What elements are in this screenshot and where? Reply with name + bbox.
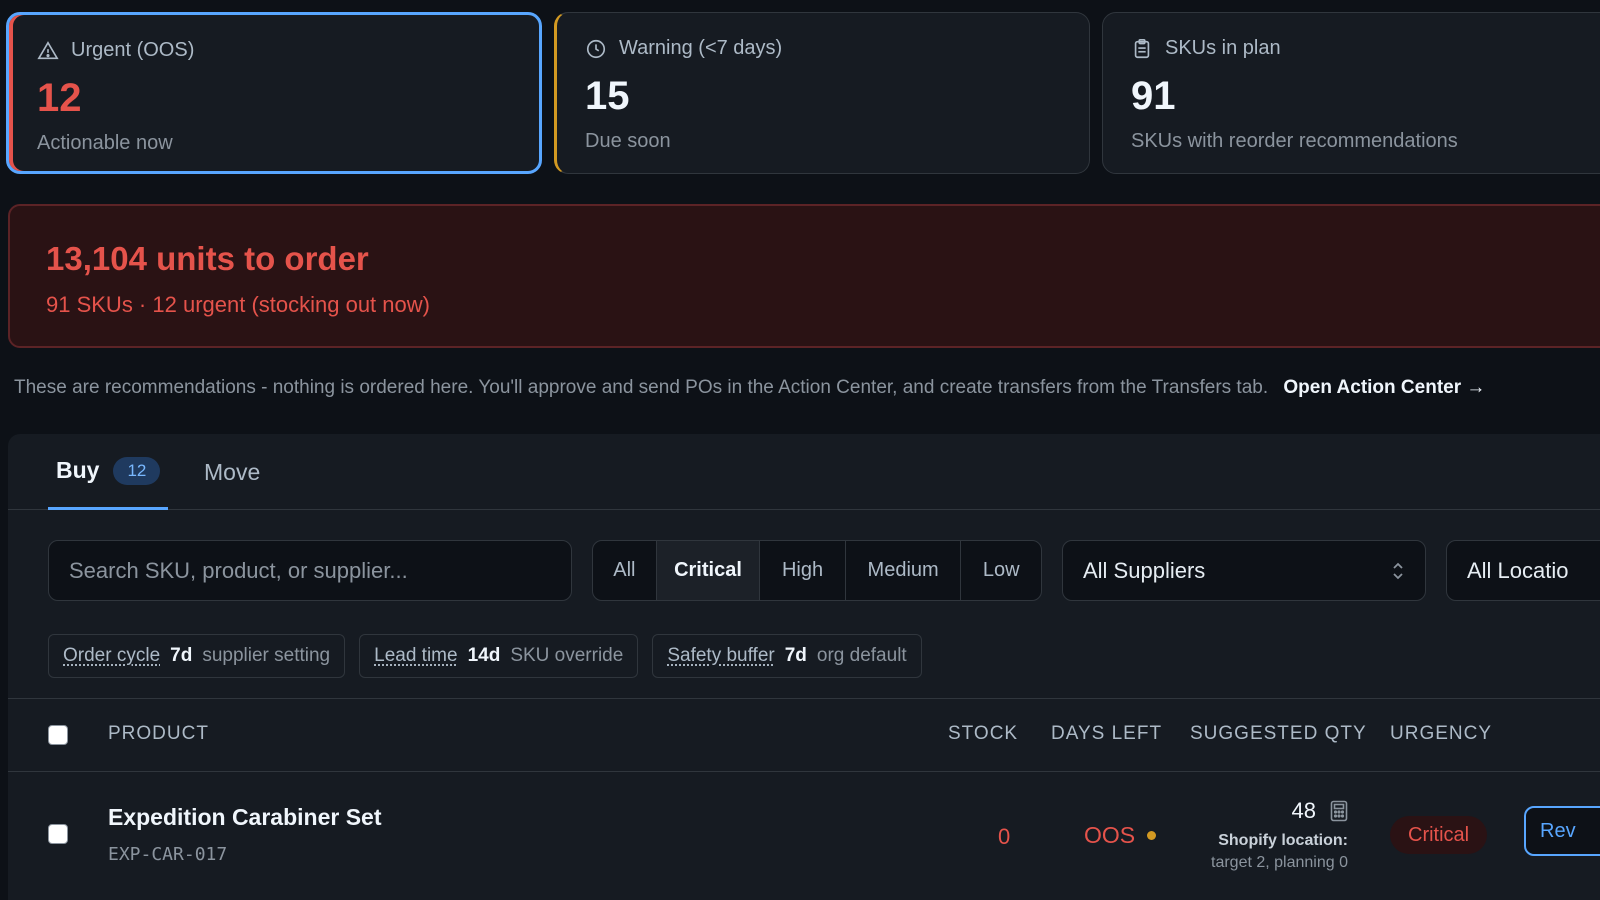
- supplier-select[interactable]: All Suppliers: [1062, 540, 1426, 601]
- urgency-filter: All Critical High Medium Low: [592, 540, 1042, 601]
- param-source: SKU override: [510, 645, 623, 667]
- suggested-qty-cell: 48 Shopify location: target 2, planning …: [1178, 798, 1348, 872]
- chevron-up-down-icon: [1391, 560, 1405, 582]
- param-label: Lead time: [374, 645, 457, 667]
- param-source: supplier setting: [202, 645, 330, 667]
- recommendations-panel: Buy 12 Move Search SKU, product, or supp…: [8, 434, 1600, 900]
- param-value: 7d: [785, 645, 807, 667]
- tab-buy-count-badge: 12: [113, 457, 160, 485]
- status-dot-icon: [1147, 831, 1156, 840]
- urgency-filter-medium[interactable]: Medium: [846, 541, 961, 600]
- stat-cards: Urgent (OOS) 12 Actionable now Warning (…: [6, 12, 1600, 178]
- skus-card-title: SKUs in plan: [1165, 37, 1281, 60]
- urgency-badge: Critical: [1390, 816, 1487, 854]
- param-label: Order cycle: [63, 645, 160, 667]
- supplier-select-value: All Suppliers: [1083, 558, 1205, 584]
- param-source: org default: [817, 645, 907, 667]
- days-left-cell: OOS: [1084, 822, 1156, 849]
- product-name: Expedition Carabiner Set: [108, 804, 382, 831]
- warning-card-value: 15: [585, 74, 1061, 118]
- urgent-card-value: 12: [37, 76, 511, 120]
- days-left-value: OOS: [1084, 822, 1135, 849]
- skus-card-subtitle: SKUs with reorder recommendations: [1131, 130, 1593, 153]
- tab-move[interactable]: Move: [204, 434, 260, 510]
- table-row[interactable]: Expedition Carabiner Set EXP-CAR-017 0 O…: [8, 774, 1600, 900]
- row-checkbox[interactable]: [48, 824, 68, 844]
- calculator-icon[interactable]: [1330, 800, 1348, 822]
- select-all-checkbox[interactable]: [48, 725, 68, 745]
- urgency-filter-critical[interactable]: Critical: [657, 541, 761, 600]
- table-header: PRODUCT STOCK DAYS LEFT SUGGESTED QTY UR…: [8, 698, 1600, 772]
- param-label: Safety buffer: [667, 645, 774, 667]
- tab-bar: Buy 12 Move: [8, 434, 1600, 510]
- order-summary-banner: 13,104 units to order 91 SKUs · 12 urgen…: [8, 204, 1600, 348]
- column-urgency[interactable]: URGENCY: [1390, 723, 1492, 745]
- review-button[interactable]: Rev: [1524, 806, 1600, 856]
- param-value: 7d: [170, 645, 192, 667]
- urgent-card[interactable]: Urgent (OOS) 12 Actionable now: [6, 12, 542, 174]
- stock-value: 0: [998, 824, 1010, 850]
- lead-time-chip[interactable]: Lead time 14d SKU override: [359, 634, 638, 678]
- open-action-center-link[interactable]: Open Action Center →: [1283, 377, 1485, 398]
- units-to-order: 13,104 units to order: [46, 240, 1590, 278]
- suggested-qty-value: 48: [1292, 798, 1316, 824]
- column-stock[interactable]: STOCK: [948, 723, 1018, 745]
- column-product[interactable]: PRODUCT: [108, 723, 209, 745]
- location-select[interactable]: All Locatio: [1446, 540, 1600, 601]
- skus-card[interactable]: SKUs in plan 91 SKUs with reorder recomm…: [1102, 12, 1600, 174]
- warning-card-subtitle: Due soon: [585, 130, 1061, 153]
- urgency-filter-all[interactable]: All: [593, 541, 657, 600]
- product-sku: EXP-CAR-017: [108, 844, 227, 865]
- skus-card-value: 91: [1131, 74, 1593, 118]
- planning-params: Order cycle 7d supplier setting Lead tim…: [48, 634, 922, 678]
- notice-text: These are recommendations - nothing is o…: [14, 377, 1268, 398]
- urgency-filter-high[interactable]: High: [760, 541, 846, 600]
- clipboard-icon: [1131, 38, 1153, 60]
- urgency-filter-low[interactable]: Low: [961, 541, 1041, 600]
- order-cycle-chip[interactable]: Order cycle 7d supplier setting: [48, 634, 345, 678]
- urgent-card-subtitle: Actionable now: [37, 132, 511, 155]
- search-input[interactable]: Search SKU, product, or supplier...: [48, 540, 572, 601]
- location-select-value: All Locatio: [1467, 558, 1569, 584]
- warning-card-title: Warning (<7 days): [619, 37, 782, 60]
- tab-buy-label: Buy: [56, 457, 99, 484]
- warning-triangle-icon: [37, 40, 59, 62]
- warning-card[interactable]: Warning (<7 days) 15 Due soon: [554, 12, 1090, 174]
- banner-subtitle: 91 SKUs · 12 urgent (stocking out now): [46, 292, 1590, 318]
- column-suggested-qty[interactable]: SUGGESTED QTY: [1190, 723, 1367, 745]
- column-days-left[interactable]: DAYS LEFT: [1051, 723, 1162, 745]
- clock-icon: [585, 38, 607, 60]
- param-value: 14d: [468, 645, 501, 667]
- tab-move-label: Move: [204, 459, 260, 486]
- qty-note-target: target 2, planning 0: [1178, 854, 1348, 872]
- tab-buy[interactable]: Buy 12: [48, 434, 168, 510]
- qty-note-location: Shopify location:: [1178, 832, 1348, 850]
- filter-bar: Search SKU, product, or supplier... All …: [48, 540, 1600, 602]
- recommendation-notice: These are recommendations - nothing is o…: [14, 377, 1594, 399]
- urgent-card-title: Urgent (OOS): [71, 39, 194, 62]
- safety-buffer-chip[interactable]: Safety buffer 7d org default: [652, 634, 921, 678]
